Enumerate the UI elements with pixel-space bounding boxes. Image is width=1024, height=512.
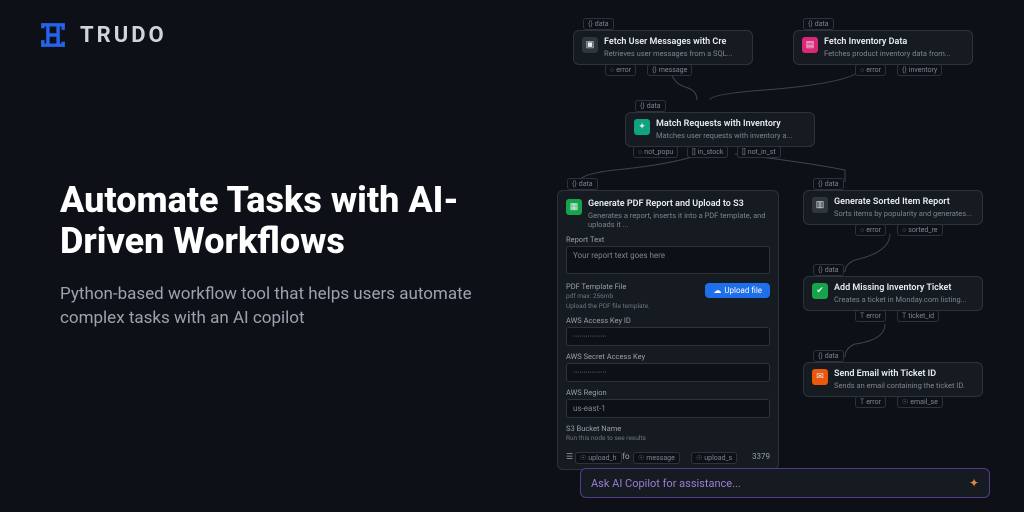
port-out[interactable]: ☉message [633, 452, 680, 464]
ticket-icon: ✔ [812, 283, 828, 299]
field-label: AWS Access Key ID [566, 316, 770, 325]
aws-key-input[interactable]: ················ [566, 327, 770, 346]
node-fetch-messages[interactable]: ▣ Fetch User Messages with CreRetrieves … [573, 30, 753, 65]
port-out[interactable]: ☉upload_h [575, 452, 622, 464]
workflow-canvas: {}data ▣ Fetch User Messages with CreRet… [555, 12, 1010, 492]
port-out[interactable]: Tticket_id [897, 310, 939, 322]
copilot-placeholder: Ask AI Copilot for assistance... [591, 477, 969, 490]
ai-icon: ✦ [634, 119, 650, 135]
token-count: 3379 [752, 452, 770, 461]
copilot-input[interactable]: Ask AI Copilot for assistance... ✦ [580, 468, 990, 498]
database-icon: ▣ [582, 37, 598, 53]
hero-title: Automate Tasks with AI-Driven Workflows [60, 180, 520, 263]
node-send-email[interactable]: ✉ Send Email with Ticket IDSends an emai… [803, 362, 983, 397]
hero-section: Automate Tasks with AI-Driven Workflows … [60, 180, 520, 330]
field-label: S3 Bucket Name [566, 424, 770, 433]
port-in[interactable]: {}data [803, 18, 834, 30]
node-generate-pdf[interactable]: ▦ Generate PDF Report and Upload to S3Ge… [557, 190, 779, 470]
port-out[interactable]: ○error [855, 64, 886, 76]
port-in[interactable]: {}data [583, 18, 614, 30]
node-fetch-inventory[interactable]: ▤ Fetch Inventory DataFetches product in… [793, 30, 973, 65]
port-out[interactable]: ○sorted_re [897, 224, 943, 236]
hero-subtitle: Python-based workflow tool that helps us… [60, 283, 520, 331]
port-out[interactable]: []in_stock [687, 146, 728, 158]
port-in[interactable]: {}data [813, 350, 844, 362]
field-desc: Upload the PDF file template. [566, 302, 770, 310]
brand-name: TRUDO [80, 23, 167, 48]
port-out[interactable]: {}message [647, 64, 692, 76]
port-out[interactable]: ○not_popu [633, 146, 678, 158]
port-out[interactable]: ○error [855, 224, 886, 236]
sheets-icon: ▦ [566, 199, 582, 215]
port-out[interactable]: ☉upload_s [691, 452, 737, 464]
field-label: PDF Template File [566, 282, 626, 291]
upload-file-button[interactable]: ☁Upload file [705, 283, 770, 298]
field-label: AWS Secret Access Key [566, 352, 770, 361]
port-out[interactable]: {}inventory [897, 64, 942, 76]
port-in[interactable]: {}data [813, 178, 844, 190]
node-add-ticket[interactable]: ✔ Add Missing Inventory TicketCreates a … [803, 276, 983, 311]
brand-logo: TRUDO [36, 18, 167, 52]
report-icon: ▥ [812, 197, 828, 213]
port-out[interactable]: Terror [855, 310, 886, 322]
port-out[interactable]: Terror [855, 396, 886, 408]
port-out[interactable]: ○error [605, 64, 636, 76]
logo-icon [36, 18, 70, 52]
port-out[interactable]: []not_in_st [737, 146, 781, 158]
node-sorted-report[interactable]: ▥ Generate Sorted Item ReportSorts items… [803, 190, 983, 225]
aws-secret-input[interactable]: ················ [566, 363, 770, 382]
port-in[interactable]: {}data [813, 264, 844, 276]
sparkle-icon: ✦ [969, 476, 979, 490]
field-hint: Run this node to see results [566, 434, 770, 442]
port-in[interactable]: {}data [567, 178, 598, 190]
node-match[interactable]: ✦ Match Requests with InventoryMatches u… [625, 112, 815, 147]
report-text-input[interactable]: Your report text goes here [566, 246, 770, 274]
field-hint: pdf max: 256mb [566, 292, 626, 300]
field-label: Report Text [566, 235, 770, 244]
inventory-icon: ▤ [802, 37, 818, 53]
email-icon: ✉ [812, 369, 828, 385]
port-out[interactable]: ☉email_se [897, 396, 943, 408]
aws-region-input[interactable]: us-east-1 [566, 399, 770, 418]
port-in[interactable]: {}data [635, 100, 666, 112]
upload-icon: ☁ [713, 286, 721, 295]
field-label: AWS Region [566, 388, 770, 397]
